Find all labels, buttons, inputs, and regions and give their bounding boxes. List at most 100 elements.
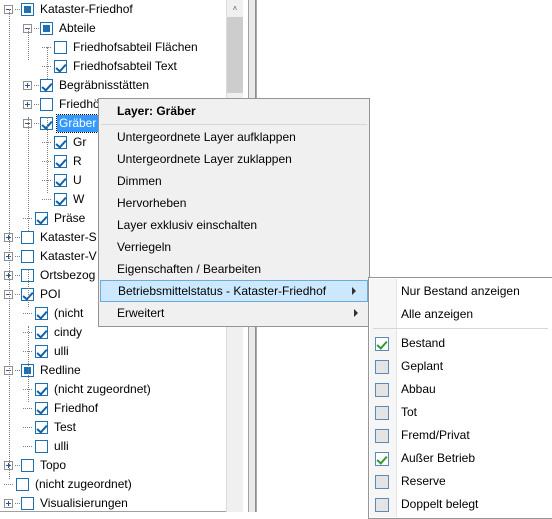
context-menu-header: Layer: Gräber — [99, 101, 369, 123]
tree-item-checkbox[interactable] — [54, 60, 67, 73]
tree-connector-line — [15, 275, 20, 276]
tree-item-checkbox[interactable] — [40, 98, 53, 111]
tree-guide-abteil-children — [47, 47, 48, 79]
tree-connector-line — [15, 294, 20, 295]
tree-item-checkbox[interactable] — [16, 478, 29, 491]
tree-item-checkbox[interactable] — [35, 212, 48, 225]
tree-item-checkbox[interactable] — [21, 497, 34, 510]
submenu-option-checkbox[interactable] — [375, 336, 389, 351]
tree-item-begr-bnisst-tten[interactable]: Begräbnisstätten — [0, 76, 242, 95]
menu-item-eigenschaften-bearbeiten[interactable]: Eigenschaften / Bearbeiten — [99, 258, 369, 280]
submenu-action-nur-bestand-anzeigen[interactable]: Nur Bestand anzeigen — [369, 280, 552, 303]
menu-item-dimmen[interactable]: Dimmen — [99, 170, 369, 192]
menu-item-untergeordnete-layer-zuklappen[interactable]: Untergeordnete Layer zuklappen — [99, 148, 369, 170]
tree-connector-line — [15, 256, 20, 257]
tree-item-checkbox[interactable] — [35, 345, 48, 358]
submenu-option-label: Außer Betrieb — [401, 451, 476, 465]
tree-item-friedhofsabteil-fl-chen[interactable]: Friedhofsabteil Flächen — [0, 38, 242, 57]
submenu-option-fremd-privat[interactable]: Fremd/Privat — [369, 424, 552, 447]
tree-item-checkbox[interactable] — [40, 22, 53, 35]
tree-item-checkbox[interactable] — [21, 231, 34, 244]
tree-item-checkbox[interactable] — [21, 3, 34, 16]
tree-item-checkbox[interactable] — [54, 41, 67, 54]
tree-item-checkbox[interactable] — [35, 307, 48, 320]
tree-item-test[interactable]: Test — [0, 418, 242, 437]
tree-item-label: Test — [54, 420, 77, 434]
tree-connector-line — [23, 427, 32, 428]
tree-item-topo[interactable]: Topo — [0, 456, 242, 475]
tree-item-checkbox[interactable] — [40, 79, 53, 92]
submenu-option-checkbox[interactable] — [375, 359, 389, 374]
submenu-option-bestand[interactable]: Bestand — [369, 332, 552, 355]
tree-expand-icon[interactable] — [23, 81, 32, 90]
tree-connector-line — [34, 85, 39, 86]
submenu-option-checkbox[interactable] — [375, 382, 389, 397]
tree-item-ulli[interactable]: ulli — [0, 342, 242, 361]
submenu-option-checkbox[interactable] — [375, 428, 389, 443]
tree-expand-icon[interactable] — [23, 100, 32, 109]
tree-expand-icon[interactable] — [4, 499, 13, 508]
context-menu-item-list[interactable]: Untergeordnete Layer aufklappen Untergeor… — [99, 126, 369, 324]
menu-item-untergeordnete-layer-aufklappen[interactable]: Untergeordnete Layer aufklappen — [99, 126, 369, 148]
submenu-option-geplant[interactable]: Geplant — [369, 355, 552, 378]
menu-item-verriegeln[interactable]: Verriegeln — [99, 236, 369, 258]
tree-item-label: ulli — [54, 344, 69, 358]
menu-item-erweitert[interactable]: Erweitert — [99, 302, 369, 324]
tree-item-checkbox[interactable] — [35, 440, 48, 453]
scroll-up-icon[interactable]: ˄ — [227, 0, 243, 17]
menu-item-layer-exklusiv-einschalten[interactable]: Layer exklusiv einschalten — [99, 214, 369, 236]
submenu-option-tot[interactable]: Tot — [369, 401, 552, 424]
submenu-option-au-er-betrieb[interactable]: Außer Betrieb — [369, 447, 552, 470]
submenu-action-list[interactable]: Nur Bestand anzeigen Alle anzeigen — [369, 280, 552, 326]
tree-item-checkbox[interactable] — [54, 193, 67, 206]
submenu-separator — [373, 328, 548, 329]
menu-item-betriebsmittelstatus-kataster-friedhof[interactable]: Betriebsmittelstatus - Kataster-Friedhof — [100, 280, 368, 302]
submenu-option-label: Fremd/Privat — [401, 428, 470, 442]
tree-item-nicht-zugeordnet[interactable]: (nicht zugeordnet) — [0, 475, 242, 494]
menu-item-hervorheben[interactable]: Hervorheben — [99, 192, 369, 214]
tree-guide-poi — [28, 269, 29, 307]
tree-item-ulli[interactable]: ulli — [0, 437, 242, 456]
tree-item-nicht-zugeordnet[interactable]: (nicht zugeordnet) — [0, 380, 242, 399]
tree-item-checkbox[interactable] — [35, 383, 48, 396]
submenu-option-list[interactable]: Bestand Geplant Abbau Tot Fremd/Privat Außer … — [369, 332, 552, 516]
submenu-option-doppelt-belegt[interactable]: Doppelt belegt — [369, 493, 552, 516]
submenu-option-abbau[interactable]: Abbau — [369, 378, 552, 401]
betriebsmittelstatus-submenu[interactable]: Nur Bestand anzeigen Alle anzeigen Bestan… — [368, 277, 552, 519]
tree-item-checkbox[interactable] — [35, 421, 48, 434]
submenu-option-checkbox[interactable] — [375, 405, 389, 420]
menu-item-label: Dimmen — [117, 174, 162, 188]
submenu-option-checkbox[interactable] — [375, 497, 389, 512]
layer-context-menu[interactable]: Layer: Gräber Untergeordnete Layer aufkl… — [98, 98, 370, 327]
tree-item-checkbox[interactable] — [21, 250, 34, 263]
tree-connector-line — [34, 28, 39, 29]
tree-item-label: cindy — [54, 325, 83, 339]
tree-item-abteile[interactable]: Abteile — [0, 19, 242, 38]
submenu-option-checkbox[interactable] — [375, 451, 389, 466]
tree-connector-line — [42, 199, 51, 200]
scrollbar-thumb[interactable] — [227, 17, 243, 93]
tree-item-kataster-friedhof[interactable]: Kataster-Friedhof — [0, 0, 242, 19]
submenu-option-reserve[interactable]: Reserve — [369, 470, 552, 493]
tree-guide-abteile — [28, 28, 29, 60]
tree-item-label: Präse — [54, 211, 86, 225]
tree-item-friedhofsabteil-text[interactable]: Friedhofsabteil Text — [0, 57, 242, 76]
tree-item-checkbox[interactable] — [21, 459, 34, 472]
tree-connector-line — [4, 484, 13, 485]
menu-item-label: Untergeordnete Layer zuklappen — [117, 152, 292, 166]
submenu-option-checkbox[interactable] — [375, 474, 389, 489]
tree-item-checkbox[interactable] — [35, 326, 48, 339]
tree-item-visualisierungen[interactable]: Visualisierungen — [0, 494, 242, 511]
submenu-action-alle-anzeigen[interactable]: Alle anzeigen — [369, 303, 552, 326]
tree-item-checkbox[interactable] — [54, 174, 67, 187]
tree-item-checkbox[interactable] — [54, 136, 67, 149]
tree-item-checkbox[interactable] — [35, 402, 48, 415]
tree-item-redline[interactable]: Redline — [0, 361, 242, 380]
tree-item-label: Topo — [40, 458, 67, 472]
tree-item-friedhof[interactable]: Friedhof — [0, 399, 242, 418]
tree-item-checkbox[interactable] — [54, 155, 67, 168]
